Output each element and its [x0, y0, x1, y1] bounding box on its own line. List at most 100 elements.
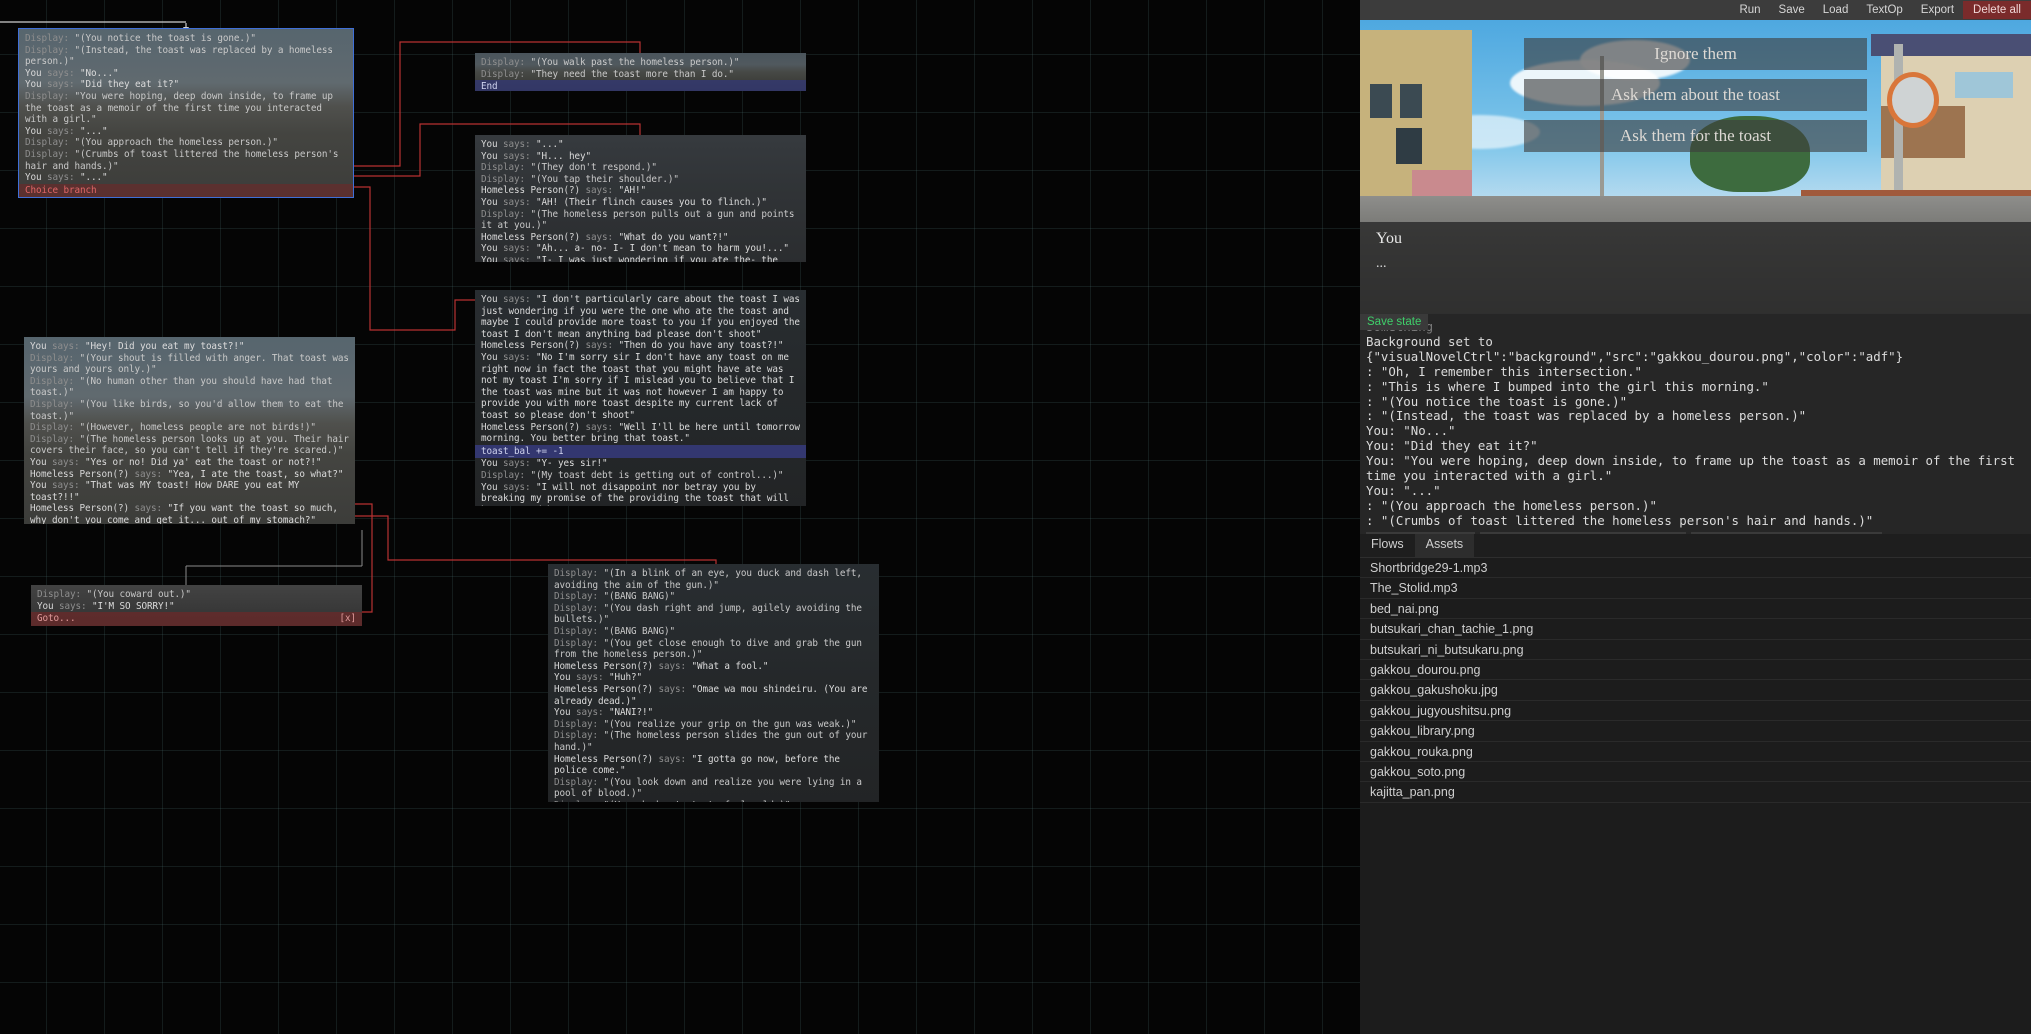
node-statement-row[interactable]: Display: "(You walk past the homeless pe… — [475, 57, 806, 69]
node-statement-row[interactable]: You says: "That was MY toast! How DARE y… — [24, 480, 355, 503]
run-button[interactable]: Run — [1730, 1, 1769, 19]
asset-item[interactable]: gakkou_soto.png — [1360, 762, 2031, 782]
preview-choice-overlay[interactable]: Ignore them Ask them about the toast Ask t… — [1360, 38, 2031, 152]
node-statement-row[interactable]: Homeless Person(?) says: "Yea, I ate the… — [24, 469, 355, 481]
preview-choice-1[interactable]: Ignore them — [1524, 38, 1867, 70]
node-statement-row[interactable]: Display: "(You realize your grip on the … — [548, 719, 879, 731]
node-statement-row[interactable]: Display: "(The homeless person looks up … — [24, 434, 355, 457]
node-statement-row[interactable]: You says: "Y- yes sir!" — [475, 458, 806, 470]
node-statement-row[interactable]: Homeless Person(?) says: "If you want th… — [24, 503, 355, 524]
node-rows: Display: "(You walk past the homeless pe… — [475, 53, 806, 91]
node-statement-row[interactable]: Display: "(BANG BANG)" — [548, 591, 879, 603]
tab-assets[interactable]: Assets — [1415, 534, 1475, 557]
node-statement-row[interactable]: Display: "(They don't respond.)" — [475, 162, 806, 174]
asset-item[interactable]: butsukari_ni_butsukaru.png — [1360, 640, 2031, 660]
preview-choice-3[interactable]: Ask them for the toast — [1524, 120, 1867, 152]
node-statement-row[interactable]: Display: "(No human other than you shoul… — [24, 376, 355, 399]
node-statement-row[interactable]: You says: "..." — [475, 139, 806, 151]
node-statement-row[interactable]: Display: "(You get close enough to dive … — [548, 638, 879, 661]
graph-node-coward[interactable]: Display: "(You coward out.)"You says: "I… — [31, 585, 362, 626]
node-statement-row[interactable]: Display: "(You approach the homeless per… — [19, 137, 353, 149]
save-button[interactable]: Save — [1770, 1, 1814, 19]
node-variable-row[interactable]: toast_bal += -1 — [475, 445, 806, 459]
node-statement-row[interactable]: You says: "..." — [19, 172, 353, 184]
asset-item[interactable]: gakkou_jugyoushitsu.png — [1360, 701, 2031, 721]
node-statement-row[interactable]: Display: "(My toast debt is getting out … — [475, 470, 806, 482]
node-statement-row[interactable]: Homeless Person(?) says: "What a fool." — [548, 661, 879, 673]
node-statement-row[interactable]: Display: "(Instead, the toast was replac… — [19, 45, 353, 68]
node-statement-row[interactable]: You says: "I don't particularly care abo… — [475, 294, 806, 340]
node-statement-row[interactable]: Display: "(Your body starts to feel cold… — [548, 800, 879, 802]
asset-item[interactable]: bed_nai.png — [1360, 599, 2031, 619]
game-preview[interactable]: Ignore them Ask them about the toast Ask t… — [1360, 20, 2031, 314]
node-goto-row[interactable]: Goto...[x] — [31, 612, 362, 626]
dialog-box[interactable]: You ... — [1360, 222, 2031, 314]
node-statement-row[interactable]: Display: "(You look down and realize you… — [548, 777, 879, 800]
node-statement-row[interactable]: Display: "(The homeless person slides th… — [548, 730, 879, 753]
load-button[interactable]: Load — [1814, 1, 1858, 19]
asset-item[interactable]: kajitta_pan.png — [1360, 782, 2031, 802]
node-statement-row[interactable]: Display: "(The homeless person pulls out… — [475, 209, 806, 232]
graph-node-angry[interactable]: You says: "Hey! Did you eat my toast?!"D… — [24, 337, 355, 524]
node-statement-row[interactable]: Display: "(You like birds, so you'd allo… — [24, 399, 355, 422]
node-statement-row[interactable]: Homeless Person(?) says: "Omae wa mou sh… — [548, 684, 879, 707]
log-line: Background set to {"visualNovelCtrl":"ba… — [1366, 335, 2025, 365]
node-statement-row[interactable]: You says: "Yes or no! Did ya' eat the to… — [24, 457, 355, 469]
node-statement-row[interactable]: Display: "(BANG BANG)" — [548, 626, 879, 638]
graph-node-ask-for[interactable]: You says: "I don't particularly care abo… — [475, 290, 806, 506]
node-rows: Display: "(You coward out.)"You says: "I… — [31, 585, 362, 626]
asset-item[interactable]: gakkou_dourou.png — [1360, 660, 2031, 680]
tab-flows[interactable]: Flows — [1360, 534, 1415, 557]
export-button[interactable]: Export — [1912, 1, 1963, 19]
node-statement-row[interactable]: You says: "Ah... a- no- I- I don't mean … — [475, 243, 806, 255]
graph-node-intro[interactable]: Display: "(You notice the toast is gone.… — [19, 29, 353, 197]
node-statement-row[interactable]: Homeless Person(?) says: "I gotta go now… — [548, 754, 879, 777]
node-statement-row[interactable]: Display: "You were hoping, deep down ins… — [19, 91, 353, 126]
runtime-log[interactable]: something Background set to {"visualNove… — [1360, 314, 2031, 538]
node-statement-row[interactable]: Homeless Person(?) says: "What do you wa… — [475, 232, 806, 244]
node-statement-row[interactable]: Display: "(You dash right and jump, agil… — [548, 603, 879, 626]
node-statement-row[interactable]: You says: "Hey! Did you eat my toast?!" — [24, 341, 355, 353]
node-statement-row[interactable]: You says: "I'M SO SORRY!" — [31, 601, 362, 613]
save-state-button[interactable]: Save state — [1360, 314, 1428, 330]
node-statement-row[interactable]: Display: "(However, homeless people are … — [24, 422, 355, 434]
node-statement-row[interactable]: You says: "AH! (Their flinch causes you … — [475, 197, 806, 209]
graph-node-death[interactable]: Display: "(In a blink of an eye, you duc… — [548, 564, 879, 802]
panel-tabs[interactable]: FlowsAssets — [1360, 534, 2031, 558]
node-statement-row[interactable]: You says: "No I'm sorry sir I don't have… — [475, 352, 806, 422]
node-graph-canvas[interactable]: Display: "(You notice the toast is gone.… — [0, 0, 1360, 1034]
asset-item[interactable]: gakkou_rouka.png — [1360, 742, 2031, 762]
node-statement-row[interactable]: You says: "NANI?!" — [548, 707, 879, 719]
asset-item[interactable]: gakkou_library.png — [1360, 721, 2031, 741]
graph-node-ignore[interactable]: Display: "(You walk past the homeless pe… — [475, 53, 806, 91]
node-statement-row[interactable]: You says: "Did they eat it?" — [19, 79, 353, 91]
right-panel: RunSaveLoadTextOpExportDelete all I — [1360, 0, 2031, 1034]
node-statement-row[interactable]: You says: "I- I was just wondering if yo… — [475, 255, 806, 262]
node-statement-row[interactable]: Display: "(You notice the toast is gone.… — [19, 33, 353, 45]
graph-node-ask-about[interactable]: You says: "..."You says: "H... hey"Displ… — [475, 135, 806, 262]
delete-all-button[interactable]: Delete all — [1963, 1, 2031, 19]
node-statement-row[interactable]: Display: "(In a blink of an eye, you duc… — [548, 568, 879, 591]
node-statement-row[interactable]: You says: "..." — [19, 126, 353, 138]
node-statement-row[interactable]: You says: "I will not disappoint nor bet… — [475, 482, 806, 507]
log-line: : "(You approach the homeless person.)" — [1366, 499, 2025, 514]
node-statement-row[interactable]: Display: "(You tap their shoulder.)" — [475, 174, 806, 186]
asset-item[interactable]: The_Stolid.mp3 — [1360, 578, 2031, 598]
node-statement-row[interactable]: Display: "(Your shout is filled with ang… — [24, 353, 355, 376]
asset-item[interactable]: gakkou_gakushoku.jpg — [1360, 680, 2031, 700]
node-statement-row[interactable]: You says: "Huh?" — [548, 672, 879, 684]
node-statement-row[interactable]: Homeless Person(?) says: "Then do you ha… — [475, 340, 806, 352]
asset-item[interactable]: butsukari_chan_tachie_1.png — [1360, 619, 2031, 639]
node-statement-row[interactable]: Homeless Person(?) says: "Well I'll be h… — [475, 422, 806, 445]
node-statement-row[interactable]: Display: "(You coward out.)" — [31, 589, 362, 601]
node-statement-row[interactable]: Display: "They need the toast more than … — [475, 69, 806, 81]
log-line: You: "No..." — [1366, 424, 2025, 439]
asset-list[interactable]: Shortbridge29-1.mp3The_Stolid.mp3bed_nai… — [1360, 558, 2031, 1034]
node-statement-row[interactable]: You says: "No..." — [19, 68, 353, 80]
node-statement-row[interactable]: Display: "(Crumbs of toast littered the … — [19, 149, 353, 172]
asset-item[interactable]: Shortbridge29-1.mp3 — [1360, 558, 2031, 578]
node-statement-row[interactable]: You says: "H... hey" — [475, 151, 806, 163]
node-statement-row[interactable]: Homeless Person(?) says: "AH!" — [475, 185, 806, 197]
preview-choice-2[interactable]: Ask them about the toast — [1524, 79, 1867, 111]
textop-button[interactable]: TextOp — [1857, 1, 1911, 19]
